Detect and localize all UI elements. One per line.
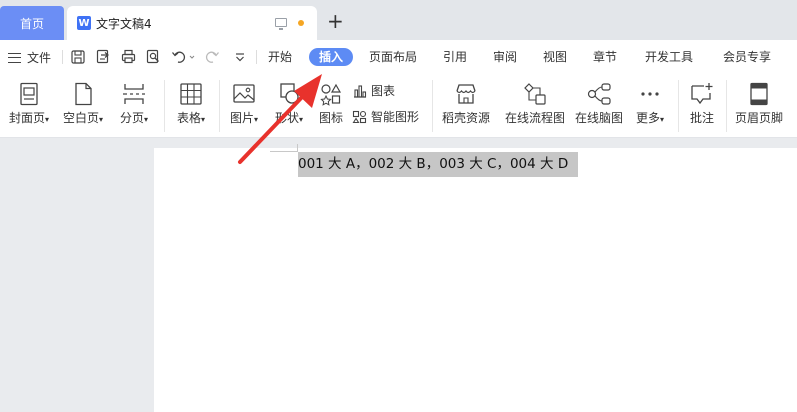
export-icon[interactable] — [96, 49, 111, 64]
file-menu-label: 文件 — [27, 51, 52, 65]
save-icon[interactable] — [70, 49, 85, 64]
chart-label: 图表 — [371, 84, 396, 98]
docer-resources-label: 稻壳资源 — [441, 111, 490, 125]
chart-icon — [354, 84, 367, 98]
tab-review[interactable]: 审阅 — [493, 48, 517, 66]
online-flowchart-label: 在线流程图 — [504, 111, 565, 125]
chart-button[interactable]: 图表 — [352, 82, 395, 99]
tab-insert[interactable]: 插入 — [309, 48, 354, 66]
blank-page-label: 空白页 — [62, 111, 99, 125]
add-comment-icon — [691, 83, 713, 105]
picture-label: 图片 — [229, 111, 254, 125]
cover-page-label: 封面页 — [8, 111, 45, 125]
table-label: 表格 — [176, 111, 201, 125]
file-menu-button[interactable]: 文件 — [8, 49, 51, 66]
cover-page-button[interactable]: 封面页▾ — [4, 82, 54, 126]
tab-view[interactable]: 视图 — [543, 48, 567, 66]
insert-ribbon: 封面页▾ 空白页▾ 分页▾ 表格▾ 图片▾ 形状▾ 图标 图表 智能图形 稻壳资… — [0, 74, 797, 138]
page-break-label: 分页 — [119, 111, 144, 125]
more-label: 更多 — [635, 111, 660, 125]
store-icon — [456, 84, 476, 104]
more-icon — [641, 92, 659, 96]
selected-paragraph-text[interactable]: 001 大 A，002 大 B，003 大 C，004 大 D — [298, 152, 579, 177]
blank-page-button[interactable]: 空白页▾ — [60, 82, 106, 126]
header-footer-button[interactable]: 页眉页脚 — [731, 82, 787, 126]
margin-corner-mark — [270, 151, 298, 152]
margin-corner-mark — [297, 144, 298, 152]
print-preview-icon[interactable] — [146, 49, 161, 64]
picture-button[interactable]: 图片▾ — [224, 82, 264, 126]
cover-page-icon — [20, 82, 38, 106]
divider — [62, 50, 63, 64]
document-workspace[interactable] — [0, 139, 797, 412]
blank-page-icon — [75, 82, 92, 106]
divider — [164, 80, 165, 132]
tab-bar: 首页 W 文字文稿4 + — [0, 0, 797, 40]
online-flowchart-button[interactable]: 在线流程图 — [500, 82, 570, 126]
more-button[interactable]: 更多▾ — [630, 82, 670, 126]
print-icon[interactable] — [121, 49, 136, 64]
page-break-icon — [123, 84, 145, 104]
divider — [678, 80, 679, 132]
icon-library-icon — [320, 83, 342, 106]
unsaved-indicator-icon — [298, 20, 304, 26]
customize-toolbar-icon[interactable] — [232, 49, 247, 64]
online-mindmap-label: 在线脑图 — [574, 111, 623, 125]
shape-label: 形状 — [274, 111, 299, 125]
picture-icon — [233, 84, 255, 103]
table-button[interactable]: 表格▾ — [170, 82, 212, 126]
divider — [432, 80, 433, 132]
tab-developer-tools[interactable]: 开发工具 — [645, 48, 693, 66]
document-page[interactable] — [154, 148, 797, 412]
smart-art-label: 智能图形 — [371, 110, 420, 124]
table-icon — [180, 83, 202, 105]
online-mindmap-button[interactable]: 在线脑图 — [572, 82, 626, 126]
smart-art-button[interactable]: 智能图形 — [352, 108, 419, 125]
tab-page-layout[interactable]: 页面布局 — [369, 48, 417, 66]
tab-home[interactable]: 首页 — [0, 6, 64, 40]
comment-label: 批注 — [689, 111, 714, 125]
comment-button[interactable]: 批注 — [684, 82, 720, 126]
divider — [726, 80, 727, 132]
icon-library-button[interactable]: 图标 — [314, 82, 348, 126]
tab-references[interactable]: 引用 — [443, 48, 467, 66]
redo-icon[interactable] — [205, 49, 231, 64]
header-footer-label: 页眉页脚 — [734, 111, 783, 125]
smart-art-icon — [352, 110, 367, 123]
icon-library-label: 图标 — [318, 111, 343, 125]
document-title: 文字文稿4 — [96, 16, 152, 31]
wps-writer-logo-icon: W — [77, 16, 91, 30]
flowchart-icon — [524, 83, 546, 105]
menu-bar: 文件 开始 插入 页面布局 引用 审阅 视图 章节 开发工具 会员专享 — [0, 40, 797, 74]
undo-icon[interactable] — [171, 49, 197, 64]
shape-icon — [280, 83, 299, 104]
tab-document[interactable]: W 文字文稿4 — [67, 6, 317, 40]
new-tab-button[interactable]: + — [327, 11, 344, 31]
header-footer-icon — [750, 82, 768, 106]
tab-membership[interactable]: 会员专享 — [723, 48, 771, 66]
hamburger-icon — [8, 52, 21, 63]
tab-sections[interactable]: 章节 — [593, 48, 617, 66]
tab-start[interactable]: 开始 — [268, 48, 292, 66]
mindmap-icon — [587, 83, 611, 105]
shape-button[interactable]: 形状▾ — [268, 82, 310, 126]
divider — [219, 80, 220, 132]
page-break-button[interactable]: 分页▾ — [112, 82, 156, 126]
monitor-icon[interactable] — [275, 18, 287, 30]
docer-resources-button[interactable]: 稻壳资源 — [438, 82, 494, 126]
divider — [256, 50, 257, 64]
